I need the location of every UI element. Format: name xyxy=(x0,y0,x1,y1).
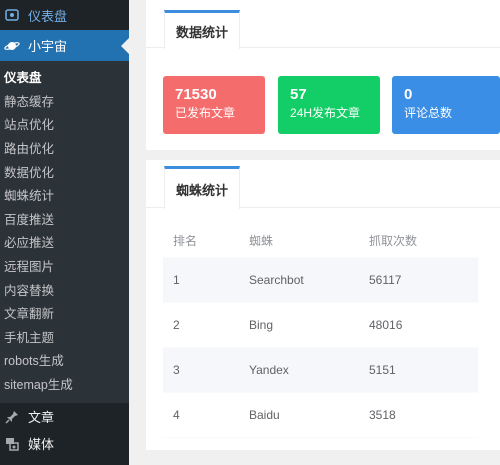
submenu-label: 站点优化 xyxy=(4,118,55,133)
submenu-item-route-optimization[interactable]: 路由优化 xyxy=(0,136,129,160)
submenu-label: 数据优化 xyxy=(4,165,55,180)
stats-tabbar: 数据统计 xyxy=(146,0,500,49)
menu-item-media[interactable]: 媒体 xyxy=(0,430,129,457)
cell-rank: 4 xyxy=(163,392,239,438)
cell-spider: Searchbot xyxy=(239,257,359,303)
submenu-item-robots[interactable]: robots生成 xyxy=(0,348,129,372)
menu-item-posts-label: 文章 xyxy=(28,410,55,426)
menu-item-dashboard[interactable]: 仪表盘 xyxy=(0,0,129,30)
stat-value: 57 xyxy=(290,86,307,103)
stat-label: 评论总数 xyxy=(404,106,453,120)
stat-label: 24H发布文章 xyxy=(290,106,361,120)
stat-value: 71530 xyxy=(175,86,217,103)
submenu-item-spider-stats[interactable]: 蜘蛛统计 xyxy=(0,183,129,207)
submenu-label: 百度推送 xyxy=(4,212,55,227)
cell-count: 56117 xyxy=(359,257,478,303)
submenu-item-dashboard[interactable]: 仪表盘 xyxy=(0,65,129,89)
submenu-item-sitemap[interactable]: sitemap生成 xyxy=(0,372,129,396)
cell-count: 48016 xyxy=(359,302,478,348)
cell-spider: Baidu xyxy=(239,392,359,438)
submenu-label: 内容替换 xyxy=(4,283,55,298)
menu-item-xiaoyuzhou[interactable]: 小宇宙 xyxy=(0,30,129,61)
submenu-label: 必应推送 xyxy=(4,236,55,251)
stat-label: 已发布文章 xyxy=(175,106,236,120)
table-row: 3 Yandex 5151 xyxy=(163,347,478,393)
spider-table: 排名 蜘蛛 抓取次数 1 Searchbot 56117 2 Bing 4801… xyxy=(163,225,478,438)
menu-item-posts[interactable]: 文章 xyxy=(0,403,129,430)
tab-spider-stats[interactable]: 蜘蛛统计 xyxy=(164,166,240,209)
submenu-item-data-optimization[interactable]: 数据优化 xyxy=(0,159,129,183)
cell-spider: Yandex xyxy=(239,347,359,393)
media-icon xyxy=(4,436,20,452)
submenu-item-content-replace[interactable]: 内容替换 xyxy=(0,277,129,301)
submenu-label: 路由优化 xyxy=(4,142,55,157)
spider-tabbar: 蜘蛛统计 xyxy=(146,160,500,209)
palette-icon xyxy=(4,7,20,23)
submenu-label: 手机主题 xyxy=(4,330,55,345)
cell-rank: 2 xyxy=(163,302,239,348)
submenu-label: 蜘蛛统计 xyxy=(4,189,55,204)
submenu-item-baidu-push[interactable]: 百度推送 xyxy=(0,207,129,231)
submenu-item-remote-images[interactable]: 远程图片 xyxy=(0,254,129,278)
stat-value: 0 xyxy=(404,86,413,103)
table-row: 1 Searchbot 56117 xyxy=(163,257,478,303)
stat-card-comments: 0 评论总数 xyxy=(392,76,500,134)
submenu-label: 静态缓存 xyxy=(4,94,55,109)
cell-spider: Bing xyxy=(239,302,359,348)
cell-rank: 3 xyxy=(163,347,239,393)
submenu-label: 文章翻新 xyxy=(4,307,55,322)
submenu-item-static-cache[interactable]: 静态缓存 xyxy=(0,89,129,113)
cell-count: 3518 xyxy=(359,392,478,438)
table-header-row: 排名 蜘蛛 抓取次数 xyxy=(163,225,478,258)
column-header-crawl-count: 抓取次数 xyxy=(359,225,478,258)
spider-panel: 蜘蛛统计 排名 蜘蛛 抓取次数 1 Searchbot 56117 2 Bing… xyxy=(146,160,500,450)
table-row: 4 Baidu 3518 xyxy=(163,392,478,438)
submenu-label: 仪表盘 xyxy=(4,71,42,86)
menu-item-media-label: 媒体 xyxy=(28,437,55,453)
cell-count: 5151 xyxy=(359,347,478,393)
menu-item-xiaoyuzhou-label: 小宇宙 xyxy=(28,39,68,54)
stat-card-24h: 57 24H发布文章 xyxy=(278,76,380,134)
submenu-item-mobile-theme[interactable]: 手机主题 xyxy=(0,325,129,349)
admin-sidebar: 仪表盘 小宇宙 仪表盘 静态缓存 站点优化 路由优化 数据优化 蜘蛛统计 百度推… xyxy=(0,0,129,465)
cell-rank: 1 xyxy=(163,257,239,303)
submenu-item-article-refresh[interactable]: 文章翻新 xyxy=(0,301,129,325)
planet-icon xyxy=(4,38,20,54)
column-header-spider: 蜘蛛 xyxy=(239,225,359,258)
table-row: 2 Bing 48016 xyxy=(163,302,478,348)
submenu: 仪表盘 静态缓存 站点优化 路由优化 数据优化 蜘蛛统计 百度推送 必应推送 远… xyxy=(0,61,129,404)
tab-data-stats[interactable]: 数据统计 xyxy=(164,10,240,49)
submenu-label: sitemap生成 xyxy=(4,378,73,393)
current-menu-arrow xyxy=(121,38,129,54)
submenu-item-bing-push[interactable]: 必应推送 xyxy=(0,230,129,254)
submenu-label: robots生成 xyxy=(4,354,64,369)
column-header-rank: 排名 xyxy=(163,225,239,258)
submenu-item-site-optimization[interactable]: 站点优化 xyxy=(0,112,129,136)
menu-item-dashboard-label: 仪表盘 xyxy=(28,8,68,24)
stat-card-published: 71530 已发布文章 xyxy=(163,76,265,134)
submenu-label: 远程图片 xyxy=(4,260,55,275)
pushpin-icon xyxy=(4,409,20,425)
